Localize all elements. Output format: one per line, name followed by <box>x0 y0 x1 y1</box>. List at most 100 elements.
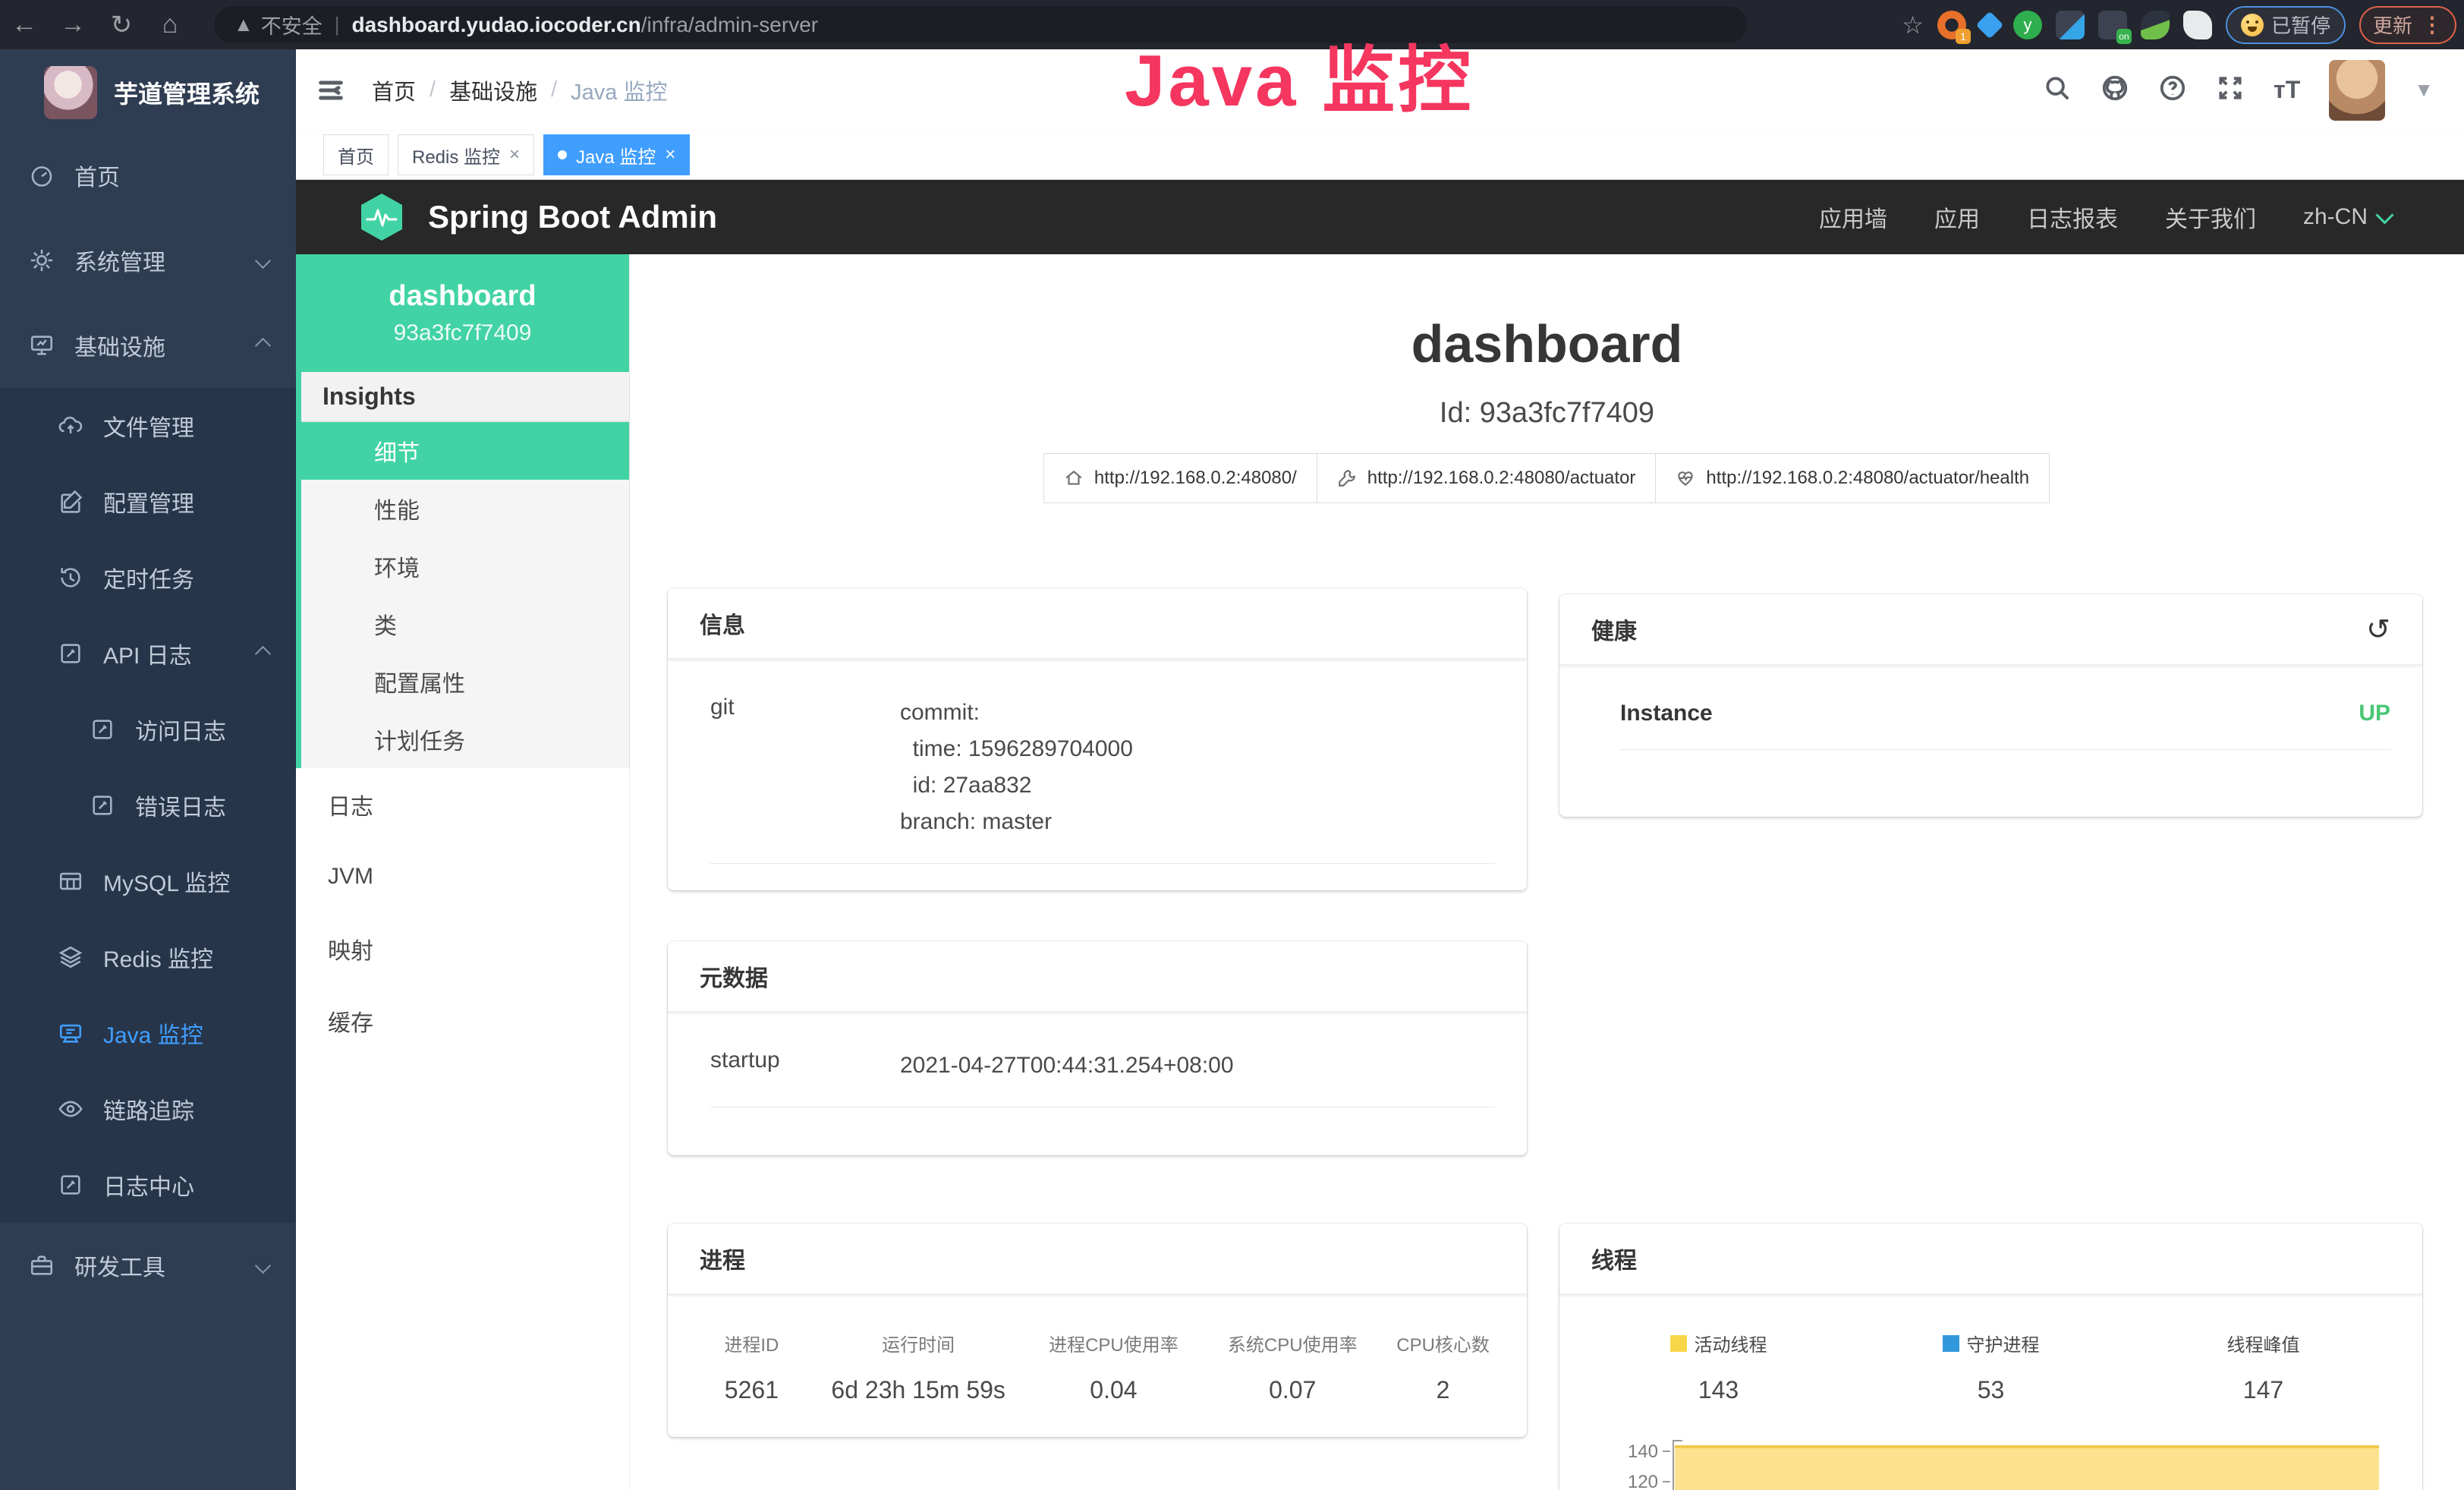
heartbeat-icon <box>1676 468 1695 488</box>
info-card: 信息 git commit: time: 1596289704000 id: 2… <box>668 588 1527 890</box>
item-label: 环境 <box>374 550 420 583</box>
screen: ← → ↻ ⌂ ▲ 不安全 | dashboard.yudao.iocoder.… <box>0 0 2464 1490</box>
header-actions: тT ▼ <box>2043 60 2464 121</box>
tab-label: Redis 监控 <box>412 142 500 169</box>
sba-item-config-props[interactable]: 配置属性 <box>301 653 629 710</box>
tab-java-monitor[interactable]: Java 监控× <box>543 134 690 175</box>
threads-stats: 活动线程 143 守护进程 53 线程峰值 147 <box>1582 1330 2399 1404</box>
metadata-startup-row: startup 2021-04-27T00:44:31.254+08:00 <box>710 1047 1495 1107</box>
sba-item-metrics[interactable]: 性能 <box>301 480 629 537</box>
tab-redis-monitor[interactable]: Redis 监控 × <box>398 134 534 175</box>
service-url-button[interactable]: http://192.168.0.2:48080/ <box>1043 453 1317 503</box>
url-divider: | <box>335 13 340 36</box>
sba-app-name: dashboard <box>296 280 629 313</box>
extension-orange-icon[interactable]: 1 <box>1937 11 1966 39</box>
spring-boot-admin-logo-icon <box>358 192 405 242</box>
sba-nav-wallboard[interactable]: 应用墙 <box>1819 200 1887 234</box>
sba-item-jvm[interactable]: JVM <box>296 840 629 912</box>
threads-daemon-value: 53 <box>1978 1376 2005 1404</box>
sidebar-item-infra[interactable]: 基础设施 <box>0 303 296 388</box>
threads-peak-label: 线程峰值 <box>2227 1330 2300 1356</box>
extension-pin-icon[interactable] <box>1976 11 2004 39</box>
sidebar-item-mysql-monitor[interactable]: MySQL 监控 <box>0 843 296 919</box>
health-url-button[interactable]: http://192.168.0.2:48080/actuator/health <box>1655 453 2050 503</box>
col-cpu-cores: CPU核心数 <box>1382 1330 1504 1356</box>
sidebar-item-java-monitor[interactable]: Java 监控 <box>0 995 296 1071</box>
metadata-value: 2021-04-27T00:44:31.254+08:00 <box>900 1047 1495 1084</box>
sidebar-item-scheduled-jobs[interactable]: 定时任务 <box>0 540 296 616</box>
sidebar-item-redis-monitor[interactable]: Redis 监控 <box>0 919 296 995</box>
sba-item-caches[interactable]: 缓存 <box>296 984 629 1057</box>
sba-item-details[interactable]: 细节 <box>301 422 629 480</box>
threads-card: 线程 活动线程 143 守护进程 53 线程峰值 147 <box>1559 1224 2422 1490</box>
sidebar-item-home[interactable]: 首页 <box>0 133 296 218</box>
sidebar-item-error-log[interactable]: 错误日志 <box>0 767 296 843</box>
threads-daemon-label: 守护进程 <box>1967 1330 2040 1356</box>
browser-back-icon[interactable]: ← <box>0 10 49 39</box>
monitor-icon <box>29 332 55 358</box>
sidebar-item-tracing[interactable]: 链路追踪 <box>0 1071 296 1147</box>
sidebar-item-config-manage[interactable]: 配置管理 <box>0 464 296 540</box>
extension-grid-icon[interactable] <box>2056 11 2085 39</box>
search-icon[interactable] <box>2043 74 2072 106</box>
close-icon[interactable]: × <box>665 144 675 165</box>
sba-item-classes[interactable]: 类 <box>301 595 629 653</box>
caret-down-icon[interactable]: ▼ <box>2414 78 2434 102</box>
sba-instance-header[interactable]: dashboard 93a3fc7f7409 <box>296 254 629 372</box>
extension-leaf-icon[interactable] <box>2141 11 2170 39</box>
close-icon[interactable]: × <box>509 144 520 165</box>
browser-reload-icon[interactable]: ↻ <box>97 10 146 40</box>
sba-item-scheduled-tasks[interactable]: 计划任务 <box>301 710 629 768</box>
col-pid: 进程ID <box>691 1330 813 1356</box>
sidebar-item-log-center[interactable]: 日志中心 <box>0 1147 296 1223</box>
history-icon[interactable]: ↺ <box>2366 613 2390 647</box>
service-url: http://192.168.0.2:48080/ <box>1094 468 1297 489</box>
col-uptime: 运行时间 <box>813 1330 1024 1356</box>
github-icon[interactable] <box>2101 74 2129 106</box>
sba-item-environment[interactable]: 环境 <box>301 537 629 595</box>
app-logo-row[interactable]: 芋道管理系统 <box>0 49 296 133</box>
paused-label: 已暂停 <box>2271 11 2330 39</box>
browser-forward-icon[interactable]: → <box>49 10 97 39</box>
font-size-icon[interactable]: тT <box>2274 76 2300 104</box>
help-icon[interactable] <box>2158 74 2187 106</box>
sba-language-select[interactable]: zh-CN <box>2303 204 2391 230</box>
user-avatar[interactable] <box>2329 60 2385 121</box>
sba-item-logs[interactable]: 日志 <box>296 768 629 840</box>
fullscreen-icon[interactable] <box>2216 74 2245 106</box>
threads-peak-value: 147 <box>2243 1376 2283 1404</box>
health-key: Instance <box>1620 701 1713 726</box>
address-bar[interactable]: ▲ 不安全 | dashboard.yudao.iocoder.cn/infra… <box>214 6 1747 43</box>
sba-item-mappings[interactable]: 映射 <box>296 912 629 984</box>
sba-nav-applications[interactable]: 应用 <box>1934 200 1980 234</box>
sba-nav-journal[interactable]: 日志报表 <box>2027 200 2118 234</box>
profile-paused-pill[interactable]: 已暂停 <box>2226 6 2346 44</box>
health-card: 健康 ↺ Instance UP <box>1559 594 2422 817</box>
info-git-row: git commit: time: 1596289704000 id: 27aa… <box>710 695 1495 864</box>
extension-green-circle-icon[interactable]: y <box>2013 11 2042 39</box>
extensions-puzzle-icon[interactable] <box>2183 11 2212 39</box>
legend-blue-swatch <box>1943 1335 1959 1352</box>
sidebar-item-api-log[interactable]: API 日志 <box>0 616 296 691</box>
sidebar-item-access-log[interactable]: 访问日志 <box>0 691 296 767</box>
tab-home[interactable]: 首页 <box>323 134 389 175</box>
sba-nav-about[interactable]: 关于我们 <box>2165 200 2256 234</box>
layers-icon <box>58 944 83 970</box>
edit-square-icon <box>90 717 115 742</box>
browser-menu-icon[interactable]: ⋮ <box>2422 12 2443 37</box>
sidebar-item-system[interactable]: 系统管理 <box>0 218 296 303</box>
col-system-cpu: 系统CPU使用率 <box>1203 1330 1382 1356</box>
hamburger-icon[interactable] <box>316 75 346 106</box>
health-instance-row[interactable]: Instance UP <box>1620 701 2390 750</box>
browser-update-button[interactable]: 更新 ⋮ <box>2359 6 2456 44</box>
process-table-values: 5261 6d 23h 15m 59s 0.04 0.07 2 <box>691 1376 1504 1404</box>
extension-switch-icon[interactable]: on <box>2098 11 2127 39</box>
breadcrumb-infra[interactable]: 基础设施 <box>449 74 537 106</box>
history-icon <box>58 565 83 591</box>
sidebar-item-dev-tools[interactable]: 研发工具 <box>0 1223 296 1308</box>
bookmark-star-icon[interactable]: ☆ <box>1902 11 1924 39</box>
sidebar-item-file-manage[interactable]: 文件管理 <box>0 388 296 464</box>
actuator-url-button[interactable]: http://192.168.0.2:48080/actuator <box>1317 453 1657 503</box>
breadcrumb-home[interactable]: 首页 <box>372 74 416 106</box>
browser-home-icon[interactable]: ⌂ <box>146 10 194 39</box>
